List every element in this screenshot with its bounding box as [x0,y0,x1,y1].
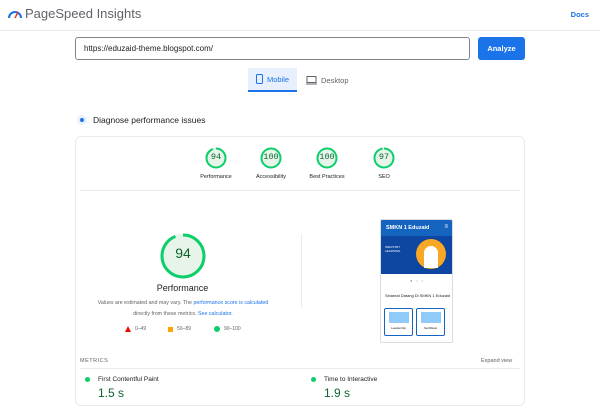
performance-note: Values are estimated and may vary. The p… [87,298,279,320]
performance-title: Performance [156,283,209,293]
preview-hero: INDUSTRY LEARNING [381,236,452,274]
tab-label: Mobile [267,74,290,84]
score-value: 100 [319,152,335,162]
card-image [388,312,409,323]
preview-hero-text: INDUSTRY LEARNING [385,245,401,253]
divider [80,190,520,191]
triangle-icon [125,326,131,332]
score-label: SEO [378,174,390,180]
url-input[interactable] [75,37,470,60]
tab-mobile[interactable]: Mobile [248,68,298,92]
legend-fail: 0–49 [125,326,146,332]
pass-circle-icon [311,377,316,382]
preview-card: Sertifikasi [416,308,445,336]
circle-icon [214,326,220,332]
metric-value: 1.5 s [98,386,125,400]
docs-link[interactable]: Docs [571,10,589,19]
pagespeed-logo-icon [8,11,22,19]
score-label: Performance [200,174,232,180]
card-caption: Sertifikasi [423,326,437,330]
score-gauge-seo[interactable]: 97 SEO [354,147,414,180]
note-text: Values are estimated and may vary. The [97,300,192,306]
divider [80,368,520,369]
see-calculator-link[interactable]: See calculator. [198,311,233,317]
menu-icon: ≡ [444,224,448,230]
metric-value: 1.9 s [324,386,351,400]
preview-card: Leadership [384,308,413,336]
mobile-icon [256,74,263,84]
tab-label: Desktop [321,75,349,85]
score-value: 100 [263,152,279,162]
note-text: directly from these metrics. [133,311,197,317]
metrics-label: METRICS [80,358,109,364]
vertical-divider [301,234,302,307]
hero-person-image [424,246,438,268]
top-bar: PageSpeed Insights Docs [0,0,600,31]
square-icon [168,326,173,332]
legend-range: 50–89 [177,326,191,332]
legend-average: 50–89 [168,326,191,332]
analyze-button[interactable]: Analyze [478,37,525,60]
score-value: 94 [210,152,222,162]
expand-view-toggle[interactable]: Expand view [481,358,512,364]
diagnose-title: Diagnose performance issues [93,115,206,125]
pass-circle-icon [85,377,90,382]
preview-site-title: SMKN 1 Eduzaid [386,225,430,231]
legend-pass: 90–100 [214,326,241,332]
score-label: Accessibility [256,174,286,180]
score-gauge-best-practices[interactable]: 100 Best Practices [297,147,357,180]
tab-desktop[interactable]: Desktop [306,68,349,92]
page-screenshot-preview: SMKN 1 Eduzaid ≡ INDUSTRY LEARNING ● ○ ○… [380,219,453,343]
card-image [420,312,441,323]
score-gauge-accessibility[interactable]: 100 Accessibility [241,147,301,180]
performance-score: 94 [175,245,191,261]
score-value: 97 [378,152,390,162]
preview-heading: Selamat Datang Di SMKN 1 Eduzaid [385,293,451,298]
score-calculated-link[interactable]: performance score is calculated [193,300,268,306]
legend-range: 90–100 [224,326,241,332]
desktop-icon [306,75,317,84]
preview-header: SMKN 1 Eduzaid ≡ [381,220,452,236]
metric-name: First Contentful Paint [98,376,159,383]
legend-range: 0–49 [135,326,147,332]
card-caption: Leadership [391,326,406,330]
diagnose-icon [77,115,87,125]
carousel-dots: ● ○ ○ [410,278,425,283]
score-gauge-performance[interactable]: 94 Performance [186,147,246,180]
app-title: PageSpeed Insights [25,6,142,21]
score-label: Best Practices [309,174,345,180]
metric-name: Time to Interactive [324,376,378,383]
